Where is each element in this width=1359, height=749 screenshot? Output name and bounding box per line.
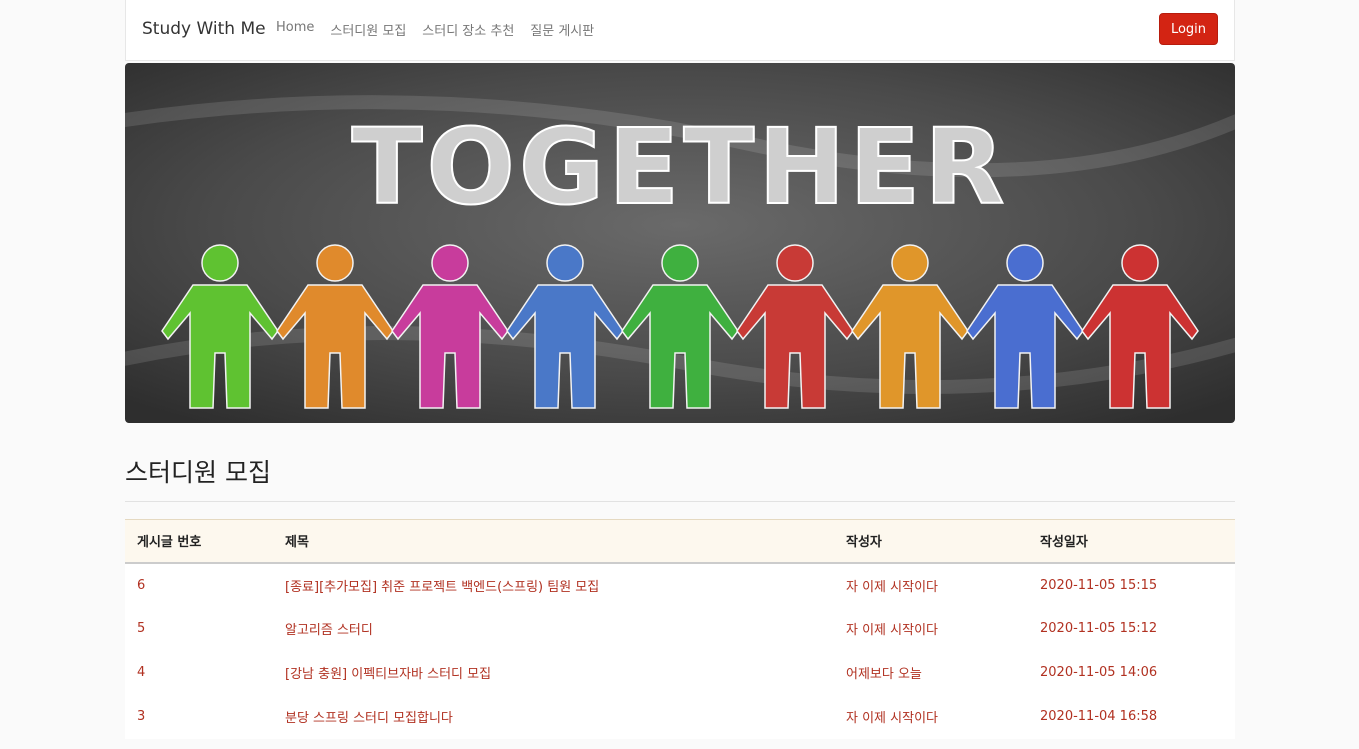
table-row[interactable]: 5 알고리즘 스터디 자 이제 시작이다 2020-11-05 15:12 <box>125 606 1235 651</box>
cell-date: 2020-11-05 14:06 <box>1028 650 1235 695</box>
cell-post-number: 3 <box>125 694 273 739</box>
nav-links: Home 스터디원 모집 스터디 장소 추천 질문 게시판 <box>276 20 594 39</box>
table-row[interactable]: 3 분당 스프링 스터디 모집합니다 자 이제 시작이다 2020-11-04 … <box>125 694 1235 739</box>
table-row[interactable]: 4 [강남 충원] 이펙티브자바 스터디 모집 어제보다 오늘 2020-11-… <box>125 650 1235 695</box>
header-title: 제목 <box>273 519 834 564</box>
nav-study-recruit[interactable]: 스터디원 모집 <box>330 20 406 39</box>
hero-banner: TOGETHER <box>125 63 1235 423</box>
nav-study-place[interactable]: 스터디 장소 추천 <box>422 20 514 39</box>
cell-author: 자 이제 시작이다 <box>834 694 1028 739</box>
banner-word: TOGETHER <box>352 106 1009 228</box>
nav-home[interactable]: Home <box>276 20 314 39</box>
divider <box>125 501 1235 502</box>
cell-post-number: 4 <box>125 650 273 695</box>
cell-post-number: 6 <box>125 562 273 607</box>
login-button[interactable]: Login <box>1159 13 1218 45</box>
cell-date: 2020-11-05 15:12 <box>1028 606 1235 651</box>
header-date: 작성일자 <box>1028 519 1235 564</box>
posts-table: 게시글 번호 제목 작성자 작성일자 6 [종료][추가모집] 취준 프로젝트 … <box>125 519 1235 739</box>
header-post-number: 게시글 번호 <box>125 519 273 564</box>
cell-title[interactable]: [종료][추가모집] 취준 프로젝트 백엔드(스프링) 팀원 모집 <box>273 562 834 607</box>
cell-title[interactable]: [강남 충원] 이펙티브자바 스터디 모집 <box>273 650 834 695</box>
cell-author: 자 이제 시작이다 <box>834 606 1028 651</box>
header-author: 작성자 <box>834 519 1028 564</box>
cell-date: 2020-11-05 15:15 <box>1028 562 1235 607</box>
cell-title[interactable]: 분당 스프링 스터디 모집합니다 <box>273 694 834 739</box>
cell-date: 2020-11-04 16:58 <box>1028 694 1235 739</box>
table-row[interactable]: 6 [종료][추가모집] 취준 프로젝트 백엔드(스프링) 팀원 모집 자 이제… <box>125 562 1235 607</box>
cell-author: 어제보다 오늘 <box>834 650 1028 695</box>
together-banner-image: TOGETHER <box>125 63 1235 423</box>
brand-link[interactable]: Study With Me <box>142 19 266 39</box>
page-container: Study With Me Home 스터디원 모집 스터디 장소 추천 질문 … <box>125 0 1235 739</box>
cell-title[interactable]: 알고리즘 스터디 <box>273 606 834 651</box>
navbar: Study With Me Home 스터디원 모집 스터디 장소 추천 질문 … <box>125 0 1235 61</box>
cell-post-number: 5 <box>125 606 273 651</box>
nav-qna-board[interactable]: 질문 게시판 <box>530 20 594 39</box>
page-title: 스터디원 모집 <box>125 458 271 487</box>
table-header-row: 게시글 번호 제목 작성자 작성일자 <box>125 519 1235 564</box>
cell-author: 자 이제 시작이다 <box>834 562 1028 607</box>
